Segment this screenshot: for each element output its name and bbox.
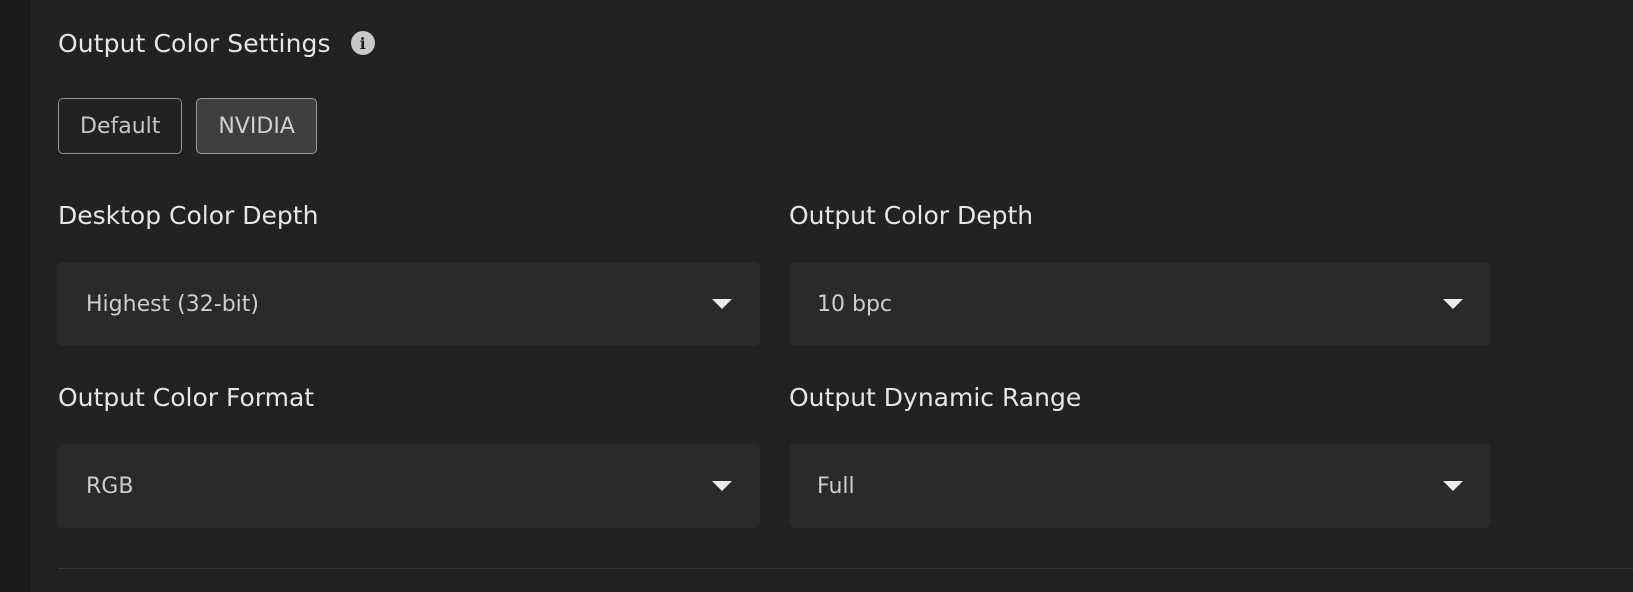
desktop-color-depth-label: Desktop Color Depth [58, 201, 319, 230]
preset-toggle-group: Default NVIDIA [58, 98, 317, 154]
output-color-settings-panel: Output Color Settings i Default NVIDIA D… [30, 0, 1633, 592]
section-title: Output Color Settings [58, 28, 331, 58]
output-dynamic-range-dropdown[interactable]: Full [789, 444, 1491, 528]
output-dynamic-range-value: Full [817, 473, 855, 499]
chevron-down-icon [712, 481, 732, 491]
section-header: Output Color Settings i [58, 24, 375, 62]
info-icon[interactable]: i [350, 31, 375, 55]
output-dynamic-range-label: Output Dynamic Range [789, 383, 1082, 412]
output-color-depth-dropdown[interactable]: 10 bpc [789, 262, 1491, 346]
desktop-color-depth-value: Highest (32-bit) [86, 291, 259, 317]
left-sidebar-edge [0, 0, 30, 592]
preset-nvidia-button[interactable]: NVIDIA [196, 98, 317, 154]
chevron-down-icon [712, 299, 732, 309]
section-divider [58, 568, 1633, 569]
output-color-format-label: Output Color Format [58, 383, 315, 412]
output-color-format-dropdown[interactable]: RGB [58, 444, 760, 528]
chevron-down-icon [1443, 481, 1463, 491]
chevron-down-icon [1443, 299, 1463, 309]
preset-default-button[interactable]: Default [58, 98, 183, 154]
desktop-color-depth-dropdown[interactable]: Highest (32-bit) [58, 262, 760, 346]
output-color-format-value: RGB [86, 473, 134, 499]
output-color-depth-label: Output Color Depth [789, 201, 1034, 230]
output-color-depth-value: 10 bpc [817, 291, 893, 317]
